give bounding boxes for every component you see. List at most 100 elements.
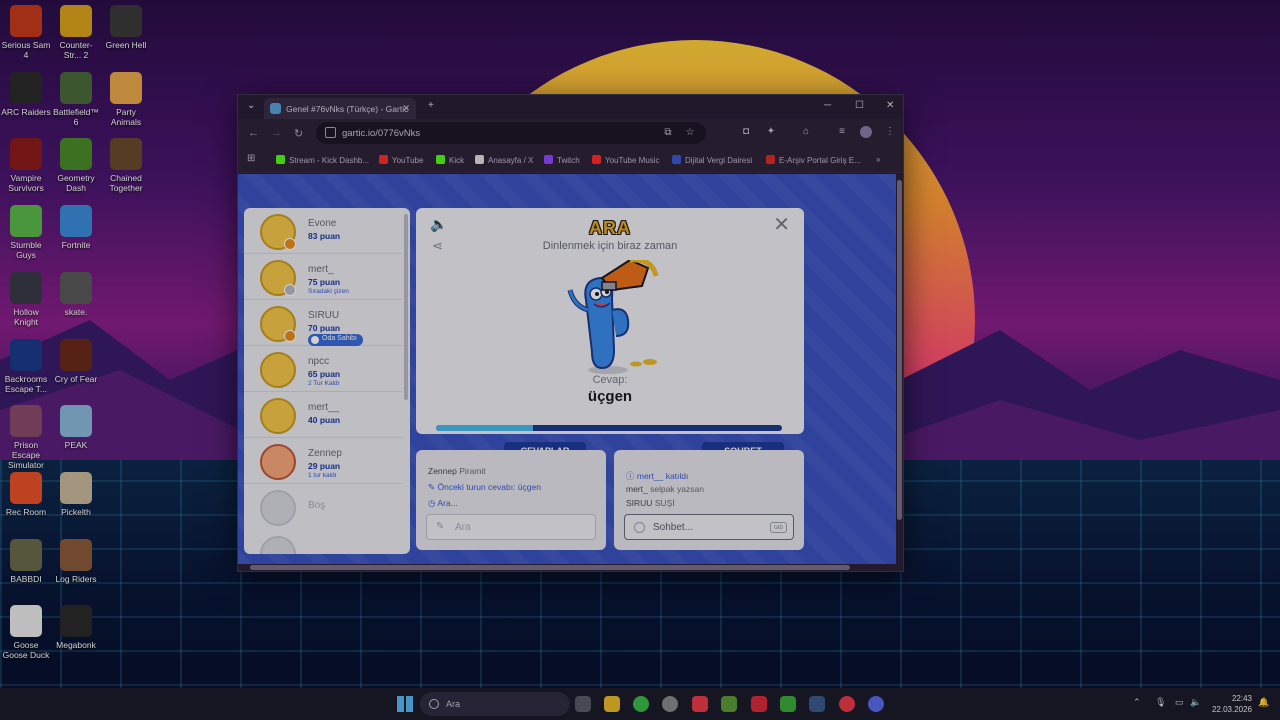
player-row[interactable]: npcc 65 puan 2 Tur Kaldı bbox=[244, 346, 402, 392]
player-row[interactable]: mert__ 40 puan bbox=[244, 392, 402, 438]
media-player-icon[interactable] bbox=[839, 696, 855, 712]
desktop-icon[interactable]: Serious Sam 4 bbox=[1, 5, 51, 60]
bookmark-item[interactable]: YouTube bbox=[379, 155, 423, 165]
site-info-icon[interactable] bbox=[325, 127, 336, 138]
desktop-icon[interactable]: Green Hell bbox=[101, 5, 151, 50]
desktop-icon[interactable]: Goose Goose Duck bbox=[1, 605, 51, 660]
player-list-scrollbar[interactable] bbox=[404, 214, 408, 400]
clock-date: 22.03.2026 bbox=[1211, 705, 1252, 714]
desktop-icon[interactable]: Hollow Knight bbox=[1, 271, 51, 327]
media-icon[interactable]: ≡ bbox=[836, 126, 848, 138]
painter-mascot-icon bbox=[567, 260, 659, 374]
desktop-icon[interactable]: Counter-Str... 2 bbox=[51, 5, 101, 60]
profile-avatar-icon[interactable] bbox=[860, 126, 872, 138]
windows-start-icon[interactable] bbox=[397, 696, 413, 712]
desktop-icon-label: Pickelth bbox=[61, 506, 91, 517]
xbox-app-icon[interactable] bbox=[780, 696, 796, 712]
player-row[interactable]: Zennep 29 puan 1 tur kaldı bbox=[244, 438, 402, 484]
page-horizontal-scrollbar[interactable] bbox=[238, 564, 903, 571]
desktop-icon[interactable]: Cry of Fear bbox=[51, 338, 101, 384]
browser-tab[interactable]: Genel #76vNks (Türkçe) - Gartic ✕ bbox=[264, 98, 416, 119]
clock[interactable]: 22:43 22.03.2026 bbox=[1208, 693, 1252, 715]
extension-shield-icon[interactable]: ◘ bbox=[740, 126, 752, 138]
steam-icon[interactable] bbox=[809, 696, 825, 712]
tab-search-icon[interactable]: ⌄ bbox=[247, 100, 255, 111]
desktop-icon[interactable]: Geometry Dash bbox=[51, 138, 101, 193]
desktop-icon[interactable]: Party Animals bbox=[101, 71, 151, 127]
page-vertical-scrollbar[interactable] bbox=[896, 174, 903, 566]
incognito-icon[interactable]: ⌂ bbox=[800, 126, 812, 138]
address-bar[interactable]: gartic.io/0776vNks ☆ ⧉ bbox=[316, 122, 706, 144]
room-owner-badge: Oda Sahibi bbox=[308, 334, 363, 346]
notifications-icon[interactable]: 🔔 bbox=[1258, 697, 1269, 708]
taskbar-search[interactable]: Ara bbox=[420, 692, 570, 716]
opera-icon[interactable] bbox=[692, 696, 708, 712]
player-row[interactable]: Evone 83 puan bbox=[244, 208, 402, 254]
desktop-icon-label: ARC Raiders bbox=[1, 106, 51, 117]
desktop-icon[interactable]: Pickelth bbox=[51, 471, 101, 517]
answer-log-text: Önceki turun cevabı: üçgen bbox=[437, 482, 541, 492]
close-window-icon[interactable]: ✕ bbox=[886, 100, 894, 111]
app-icon bbox=[10, 138, 42, 171]
microphone-icon[interactable]: 🎙 bbox=[1155, 697, 1166, 708]
bookmark-item[interactable]: Stream - Kick Dashb... bbox=[276, 155, 369, 165]
chat-author: mert_ bbox=[626, 484, 648, 494]
tray-overflow-icon[interactable]: ⌃ bbox=[1133, 697, 1141, 708]
riot-icon[interactable] bbox=[751, 696, 767, 712]
player-row[interactable]: SIRUU 70 puan Oda Sahibi bbox=[244, 300, 402, 346]
desktop-icon[interactable]: ARC Raiders bbox=[1, 71, 51, 117]
desktop-icon[interactable]: Prison Escape Simulator D... bbox=[1, 405, 51, 480]
volume-icon[interactable]: 🔈 bbox=[1190, 697, 1201, 708]
more-bookmarks-icon[interactable]: » bbox=[876, 155, 880, 164]
player-avatar-icon bbox=[260, 352, 296, 388]
player-status-text: 2 Tur Kaldı bbox=[308, 380, 340, 387]
xbox-icon[interactable] bbox=[721, 696, 737, 712]
desktop-icon[interactable]: Megabonk bbox=[51, 605, 101, 650]
chat-log-item: ⓘ mert__ katıldı bbox=[626, 470, 688, 482]
desktop-icon[interactable]: Vampire Survivors bbox=[1, 138, 51, 193]
bookmark-item[interactable]: Twitch bbox=[544, 155, 580, 165]
extensions-icon[interactable]: ✦ bbox=[765, 126, 777, 138]
menu-icon[interactable]: ⋮ bbox=[884, 126, 896, 138]
bookmark-item[interactable]: Dijital Vergi Dairesi bbox=[672, 155, 752, 165]
desktop-icon[interactable]: skate. bbox=[51, 271, 101, 317]
answer-log-item: ✎ Önceki turun cevabı: üçgen bbox=[428, 482, 541, 493]
chrome-icon[interactable] bbox=[633, 696, 649, 712]
desktop-icon-label: Geometry Dash bbox=[57, 173, 95, 194]
info-icon: ⓘ bbox=[626, 471, 637, 481]
bookmark-item[interactable]: YouTube Music bbox=[592, 155, 660, 165]
chat-input[interactable]: Sohbet... tab bbox=[624, 514, 794, 540]
desktop-icon[interactable]: PEAK bbox=[51, 405, 101, 450]
apps-grid-icon[interactable]: ⊞ bbox=[247, 153, 255, 164]
install-app-icon[interactable]: ⧉ bbox=[662, 127, 674, 139]
network-icon[interactable]: ▭ bbox=[1175, 697, 1184, 708]
back-icon[interactable]: ← bbox=[248, 127, 259, 139]
answer-input[interactable]: ✎ Ara bbox=[426, 514, 596, 540]
new-tab-icon[interactable]: + bbox=[428, 100, 434, 111]
desktop-icon[interactable]: Chained Together bbox=[101, 138, 151, 193]
bookmark-item[interactable]: Anasayfa / X bbox=[475, 155, 533, 165]
discord-icon[interactable] bbox=[868, 696, 884, 712]
player-row[interactable]: mert_ 75 puan Sıradaki çizen bbox=[244, 254, 402, 300]
file-explorer-icon[interactable] bbox=[604, 696, 620, 712]
app-icon bbox=[60, 605, 92, 638]
maximize-icon[interactable]: ☐ bbox=[855, 100, 864, 111]
bookmark-item[interactable]: E-Arşiv Portal Giriş E... bbox=[766, 155, 861, 165]
settings-gear-icon[interactable] bbox=[575, 696, 591, 712]
github-desktop-icon[interactable] bbox=[662, 696, 678, 712]
desktop-icon[interactable]: Stumble Guys bbox=[1, 205, 51, 260]
desktop-icon[interactable]: Battlefield™ 6 bbox=[51, 71, 101, 127]
desktop-icon[interactable]: Backrooms Escape T... bbox=[1, 338, 51, 394]
desktop-icon[interactable]: BABBDI bbox=[1, 538, 51, 584]
desktop-icon[interactable]: Rec Room bbox=[1, 471, 51, 517]
bookmark-star-icon[interactable]: ☆ bbox=[684, 127, 696, 139]
player-avatar-icon bbox=[260, 444, 296, 480]
reload-icon[interactable]: ↻ bbox=[294, 127, 303, 140]
bookmark-item[interactable]: Kick bbox=[436, 155, 464, 165]
desktop-icon[interactable]: Fortnite bbox=[51, 205, 101, 250]
forward-icon[interactable]: → bbox=[271, 127, 282, 139]
desktop-icon[interactable]: Log Riders bbox=[51, 538, 101, 584]
close-tab-icon[interactable]: ✕ bbox=[402, 103, 410, 114]
empty-avatar-icon bbox=[260, 536, 296, 554]
minimize-icon[interactable]: ─ bbox=[824, 100, 831, 111]
